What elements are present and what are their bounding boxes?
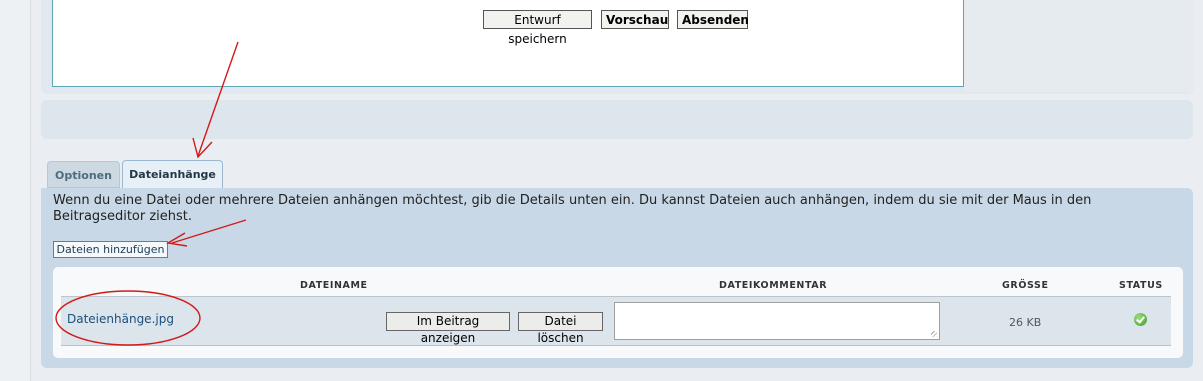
show-in-post-button[interactable]: Im Beitrag anzeigen xyxy=(386,312,510,345)
resize-grip-icon[interactable] xyxy=(931,331,937,337)
column-header-comment: DATEIKOMMENTAR xyxy=(719,280,828,291)
column-header-status: STATUS xyxy=(1119,280,1163,291)
attachment-filename-link[interactable]: Dateienhänge.jpg xyxy=(67,312,174,326)
attachment-comment-input[interactable] xyxy=(614,302,940,340)
submit-button[interactable]: Absenden xyxy=(677,10,749,29)
delete-file-button[interactable]: Datei löschen xyxy=(518,312,603,345)
column-header-filename: DATEINAME xyxy=(300,280,368,291)
editor-side-gutter xyxy=(964,0,1194,92)
save-draft-button[interactable]: Entwurf speichern xyxy=(483,10,592,46)
attachments-description: Wenn du eine Datei oder mehrere Dateien … xyxy=(53,193,1092,224)
check-circle-icon xyxy=(1134,313,1147,326)
submit-button-bar xyxy=(41,100,1193,139)
attachment-size: 26 KB xyxy=(1009,316,1042,329)
tab-options[interactable]: Optionen xyxy=(47,161,120,188)
annotation-arrowhead-tab xyxy=(192,137,213,159)
column-header-size: GRÖSSE xyxy=(1002,280,1049,291)
left-rail xyxy=(0,0,31,381)
tab-attachments[interactable]: Dateianhänge xyxy=(122,160,223,189)
add-files-button[interactable]: Dateien hinzufügen xyxy=(53,241,168,258)
preview-button[interactable]: Vorschau xyxy=(601,10,669,29)
